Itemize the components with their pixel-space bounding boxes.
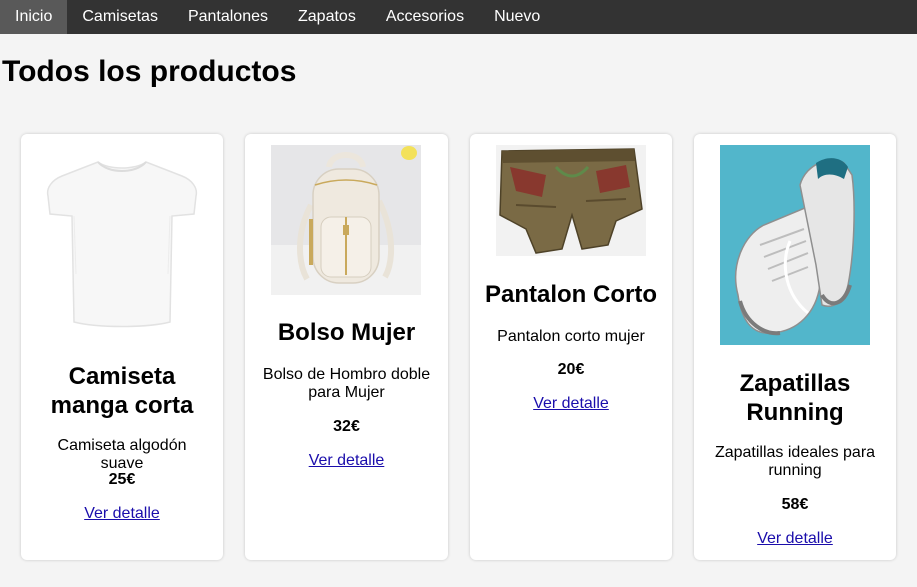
product-price: 58€ xyxy=(781,496,809,513)
product-card: Bolso Mujer Bolso de Hombro doble para M… xyxy=(245,134,448,560)
product-name: Bolso Mujer xyxy=(277,319,416,346)
view-detail-link[interactable]: Ver detalle xyxy=(533,395,609,412)
product-name: Camiseta manga corta xyxy=(50,363,194,419)
product-image-bag[interactable] xyxy=(271,145,421,295)
product-image-sneakers[interactable] xyxy=(720,145,870,345)
product-grid: Camiseta manga corta Camiseta algodón su… xyxy=(0,0,917,587)
product-image-tshirt[interactable] xyxy=(46,154,198,329)
product-name: Zapatillas Running xyxy=(739,370,851,426)
product-card: Zapatillas Running Zapatillas ideales pa… xyxy=(694,134,896,560)
product-description: Pantalon corto mujer xyxy=(497,328,645,345)
view-detail-link[interactable]: Ver detalle xyxy=(757,530,833,547)
product-price: 20€ xyxy=(557,361,585,378)
product-description: Camiseta algodón suave xyxy=(57,437,187,472)
product-card: Pantalon Corto Pantalon corto mujer 20€ … xyxy=(470,134,672,560)
product-image-shorts[interactable] xyxy=(496,145,646,256)
view-detail-link[interactable]: Ver detalle xyxy=(84,505,160,522)
product-price: 32€ xyxy=(333,418,360,435)
product-card: Camiseta manga corta Camiseta algodón su… xyxy=(21,134,223,560)
product-name: Pantalon Corto xyxy=(485,281,657,308)
product-description: Zapatillas ideales para running xyxy=(714,444,876,479)
product-price: 25€ xyxy=(108,471,136,488)
view-detail-link[interactable]: Ver detalle xyxy=(309,452,385,469)
product-description: Bolso de Hombro doble para Mujer xyxy=(262,366,431,401)
